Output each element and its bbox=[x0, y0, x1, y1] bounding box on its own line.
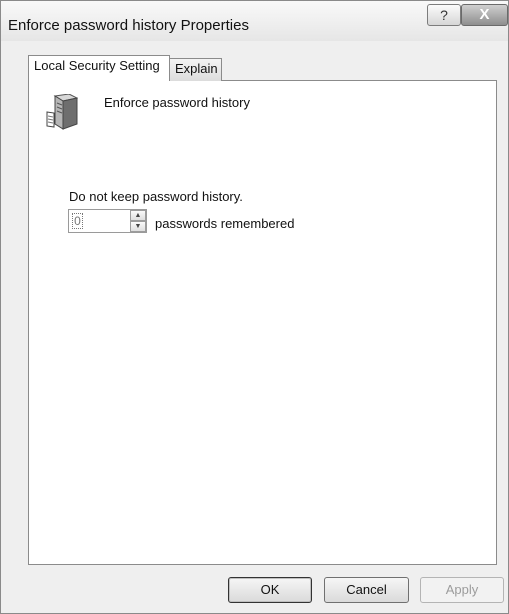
window-title: Enforce password history Properties bbox=[8, 17, 249, 34]
spin-down-button[interactable]: ▼ bbox=[130, 221, 146, 232]
cancel-button[interactable]: Cancel bbox=[324, 577, 409, 603]
close-button[interactable]: X bbox=[461, 4, 508, 26]
policy-name: Enforce password history bbox=[104, 95, 250, 110]
history-status-label: Do not keep password history. bbox=[69, 189, 243, 204]
passwords-remembered-value[interactable]: 0 bbox=[72, 213, 83, 229]
tab-explain[interactable]: Explain bbox=[169, 58, 222, 81]
apply-button[interactable]: Apply bbox=[420, 577, 504, 603]
passwords-remembered-stepper[interactable]: 0 ▲ ▼ bbox=[68, 209, 147, 233]
title-bar[interactable]: Enforce password history Properties ? X bbox=[1, 1, 508, 41]
help-button[interactable]: ? bbox=[427, 4, 461, 26]
passwords-remembered-label: passwords remembered bbox=[155, 216, 295, 231]
ok-button[interactable]: OK bbox=[228, 577, 312, 603]
spin-up-button[interactable]: ▲ bbox=[130, 210, 146, 221]
tab-local-security-setting[interactable]: Local Security Setting bbox=[28, 55, 170, 81]
tab-panel bbox=[28, 80, 497, 565]
server-icon bbox=[46, 94, 78, 130]
properties-dialog: Enforce password history Properties ? X … bbox=[0, 0, 509, 614]
